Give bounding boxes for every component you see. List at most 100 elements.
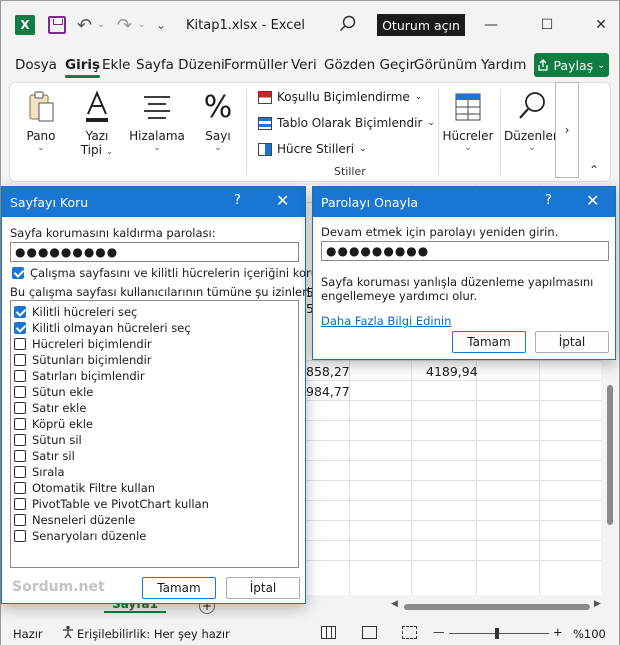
number-group[interactable]: % Sayı ⌄ <box>200 83 236 154</box>
permission-item[interactable]: Köprü ekle <box>11 416 298 432</box>
tab-dosya[interactable]: Dosya <box>15 57 57 73</box>
permission-item[interactable]: Senaryoları düzenle <box>11 528 298 544</box>
protect-sheet-checkbox[interactable] <box>12 267 24 279</box>
accessibility-status[interactable]: Erişilebilirlik: Her şey hazır <box>77 627 230 641</box>
tab-veri[interactable]: Veri <box>291 57 317 73</box>
permission-checkbox[interactable] <box>14 514 26 526</box>
format-as-table-button[interactable]: Tablo Olarak Biçimlendir ⌄ <box>258 113 435 133</box>
learn-more-link[interactable]: Daha Fazla Bilgi Edinin <box>321 314 451 328</box>
share-button[interactable]: Paylaş ⌄ <box>534 53 609 77</box>
permission-item[interactable]: Satır ekle <box>11 400 298 416</box>
permission-checkbox[interactable] <box>14 370 26 382</box>
permission-checkbox[interactable] <box>14 498 26 510</box>
permission-checkbox[interactable] <box>14 386 26 398</box>
scroll-left-icon[interactable]: ◀ <box>391 599 398 609</box>
cell-styles-button[interactable]: Hücre Stilleri ⌄ <box>258 139 367 159</box>
permission-checkbox[interactable] <box>14 434 26 446</box>
zoom-in-icon[interactable]: + <box>553 625 563 639</box>
tab-gorunum[interactable]: Görünüm <box>414 57 477 73</box>
quick-access-more-icon[interactable]: ⌄ <box>156 14 166 36</box>
page-break-view-icon[interactable] <box>402 626 417 639</box>
tab-yardim[interactable]: Yardım <box>481 57 526 73</box>
save-icon[interactable] <box>48 16 66 34</box>
vertical-scroll-thumb[interactable] <box>607 385 613 525</box>
alignment-group[interactable]: Hizalama ⌄ <box>128 83 186 153</box>
permission-checkbox[interactable] <box>14 338 26 350</box>
zoom-level[interactable]: %100 <box>573 627 606 641</box>
permission-checkbox[interactable] <box>14 466 26 478</box>
help-button[interactable]: ? <box>234 193 241 208</box>
permission-item[interactable]: Hücreleri biçimlendir <box>11 336 298 352</box>
permission-checkbox[interactable] <box>14 530 26 542</box>
tab-gozden-gecir[interactable]: Gözden Geçir <box>324 57 415 73</box>
permission-item[interactable]: Kilitli hücreleri seç <box>11 304 298 320</box>
cell-value[interactable]: 858,27 <box>306 364 350 379</box>
tab-formuller[interactable]: Formüller <box>224 57 288 73</box>
undo-icon[interactable]: ↶ <box>77 14 92 36</box>
password-input[interactable]: ●●●●●●●●● <box>10 242 299 262</box>
window-title: Kitap1.xlsx - Excel <box>186 17 306 33</box>
permission-checkbox[interactable] <box>14 354 26 366</box>
cell-value[interactable]: 984,77 <box>306 384 350 399</box>
share-label: Paylaş <box>553 57 594 73</box>
search-icon[interactable] <box>337 13 359 35</box>
conditional-formatting-button[interactable]: Koşullu Biçimlendirme ⌄ <box>258 87 422 107</box>
tab-ekle[interactable]: Ekle <box>102 57 130 73</box>
scroll-right-icon[interactable]: ▶ <box>594 599 601 609</box>
sign-in-button[interactable]: Oturum açın <box>377 14 465 36</box>
permission-item[interactable]: Sırala <box>11 464 298 480</box>
help-button[interactable]: ? <box>545 193 552 208</box>
permission-item[interactable]: Satır sil <box>11 448 298 464</box>
cells-group[interactable]: Hücreler ⌄ <box>442 83 494 153</box>
tab-sayfa-duzeni[interactable]: Sayfa Düzeni <box>136 57 225 73</box>
close-dialog-button[interactable]: ✕ <box>586 191 599 210</box>
permission-item[interactable]: Sütun ekle <box>11 384 298 400</box>
permission-item[interactable]: Kilitli olmayan hücreleri seç <box>11 320 298 336</box>
maximize-button[interactable]: ☐ <box>532 11 562 39</box>
close-dialog-button[interactable]: ✕ <box>276 191 289 210</box>
ribbon-scroll-right-button[interactable]: › <box>555 82 579 178</box>
permission-item[interactable]: Sütun sil <box>11 432 298 448</box>
redo-icon[interactable]: ↷ <box>117 14 132 36</box>
permission-checkbox[interactable] <box>14 450 26 462</box>
horizontal-scroll-thumb[interactable] <box>404 604 590 610</box>
permission-checkbox[interactable] <box>14 402 26 414</box>
font-group[interactable]: Yazı Tipi ⌄ <box>76 83 118 159</box>
permission-checkbox[interactable] <box>14 418 26 430</box>
ok-button[interactable]: Tamam <box>452 331 526 353</box>
confirm-password-dialog: Parolayı Onayla ? ✕ Devam etmek için par… <box>312 186 616 360</box>
ok-button[interactable]: Tamam <box>142 577 216 599</box>
ribbon-separator <box>500 89 501 175</box>
clipboard-group[interactable]: Pano ⌄ <box>18 83 64 153</box>
permission-item[interactable]: Satırları biçimlendir <box>11 368 298 384</box>
normal-view-icon[interactable] <box>321 626 336 639</box>
permission-checkbox[interactable] <box>14 482 26 494</box>
status-bar: Hazır Erişilebilirlik: Her şey hazır — +… <box>1 622 619 645</box>
permission-label: Senaryoları düzenle <box>32 529 147 543</box>
close-window-button[interactable]: ✕ <box>586 11 616 39</box>
permission-item[interactable]: Sütunları biçimlendir <box>11 352 298 368</box>
permissions-label: Bu çalışma sayfası kullanıcılarının tümü… <box>10 285 336 299</box>
page-layout-view-icon[interactable] <box>362 626 377 639</box>
permission-label: Köprü ekle <box>32 417 93 431</box>
confirm-dialog-title: Parolayı Onayla <box>321 195 419 210</box>
cell-value[interactable]: 4189,94 <box>426 364 478 379</box>
tab-giris[interactable]: Giriş <box>65 57 101 78</box>
redo-dropdown-icon[interactable]: ⌄ <box>138 14 146 36</box>
permission-checkbox[interactable] <box>14 322 26 334</box>
zoom-slider-track[interactable] <box>449 633 549 634</box>
permission-item[interactable]: Nesneleri düzenle <box>11 512 298 528</box>
permission-item[interactable]: PivotTable ve PivotChart kullan <box>11 496 298 512</box>
minimize-button[interactable]: — <box>476 11 506 39</box>
undo-dropdown-icon[interactable]: ⌄ <box>97 14 105 36</box>
collapse-ribbon-icon[interactable]: ⌃ <box>589 163 599 177</box>
zoom-out-icon[interactable]: — <box>433 625 445 639</box>
editing-group[interactable]: Düzenlem ⌄ <box>504 83 560 153</box>
permission-checkbox[interactable] <box>14 306 26 318</box>
cancel-button[interactable]: İptal <box>535 331 609 353</box>
confirm-password-input[interactable]: ●●●●●●●●● <box>321 241 609 261</box>
cancel-button[interactable]: İptal <box>226 577 300 599</box>
permissions-list[interactable]: Kilitli hücreleri seç Kilitli olmayan hüc… <box>10 300 299 568</box>
permission-item[interactable]: Otomatik Filtre kullan <box>11 480 298 496</box>
zoom-slider-thumb[interactable] <box>495 628 499 639</box>
